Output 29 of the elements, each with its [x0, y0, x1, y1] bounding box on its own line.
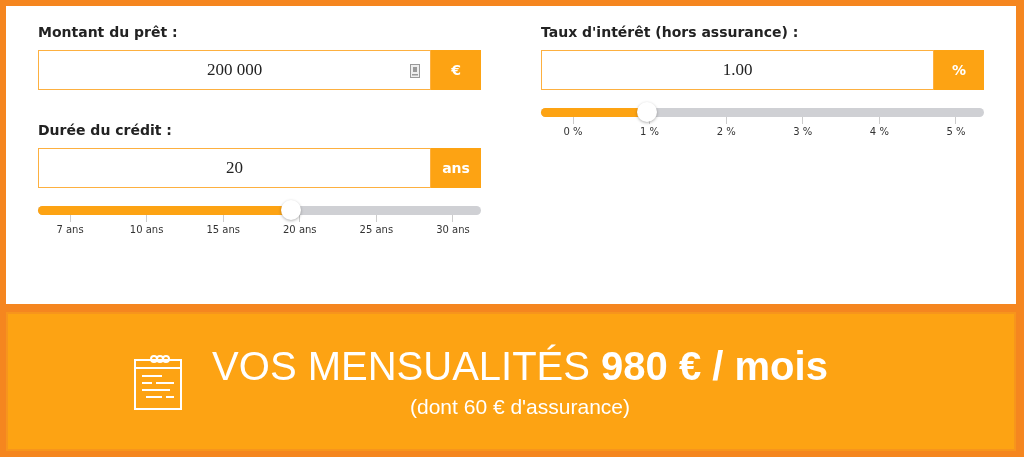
tick-label: 7 ans	[56, 224, 84, 235]
slider-thumb[interactable]	[280, 200, 301, 220]
tick-label: 30 ans	[436, 224, 470, 235]
tick-label: 15 ans	[206, 224, 240, 235]
monthly-payment: VOS MENSUALITÉS 980 € / mois	[212, 344, 828, 389]
slider[interactable]	[541, 102, 984, 122]
slider-thumb[interactable]	[637, 102, 658, 122]
tick-label: 0 %	[563, 126, 583, 137]
input-field[interactable]: 200 000	[38, 50, 431, 90]
unit-label: €	[431, 50, 481, 90]
calculator-icon	[410, 64, 420, 78]
calendar-icon	[134, 353, 183, 410]
field-label: Montant du prêt :	[38, 24, 179, 40]
tick-label: 3 %	[793, 126, 813, 137]
tick-label: 4 %	[869, 126, 889, 137]
insurance-note: (dont 60 € d'assurance)	[410, 395, 630, 419]
unit-label: %	[934, 50, 984, 90]
slider[interactable]	[38, 200, 481, 220]
tick-label: 20 ans	[283, 224, 317, 235]
input-field[interactable]: 1.00	[541, 50, 934, 90]
field-label: Durée du crédit :	[38, 122, 173, 138]
unit-label: ans	[431, 148, 481, 188]
tick-label: 5 %	[946, 126, 966, 137]
tick-label: 10 ans	[129, 224, 164, 235]
tick-label: 25 ans	[359, 224, 394, 235]
tick-label: 1 %	[640, 126, 660, 137]
tick-label: 2 %	[716, 126, 736, 137]
input-field[interactable]: 20	[38, 148, 431, 188]
field-label: Taux d'intérêt (hors assurance) :	[541, 24, 800, 40]
